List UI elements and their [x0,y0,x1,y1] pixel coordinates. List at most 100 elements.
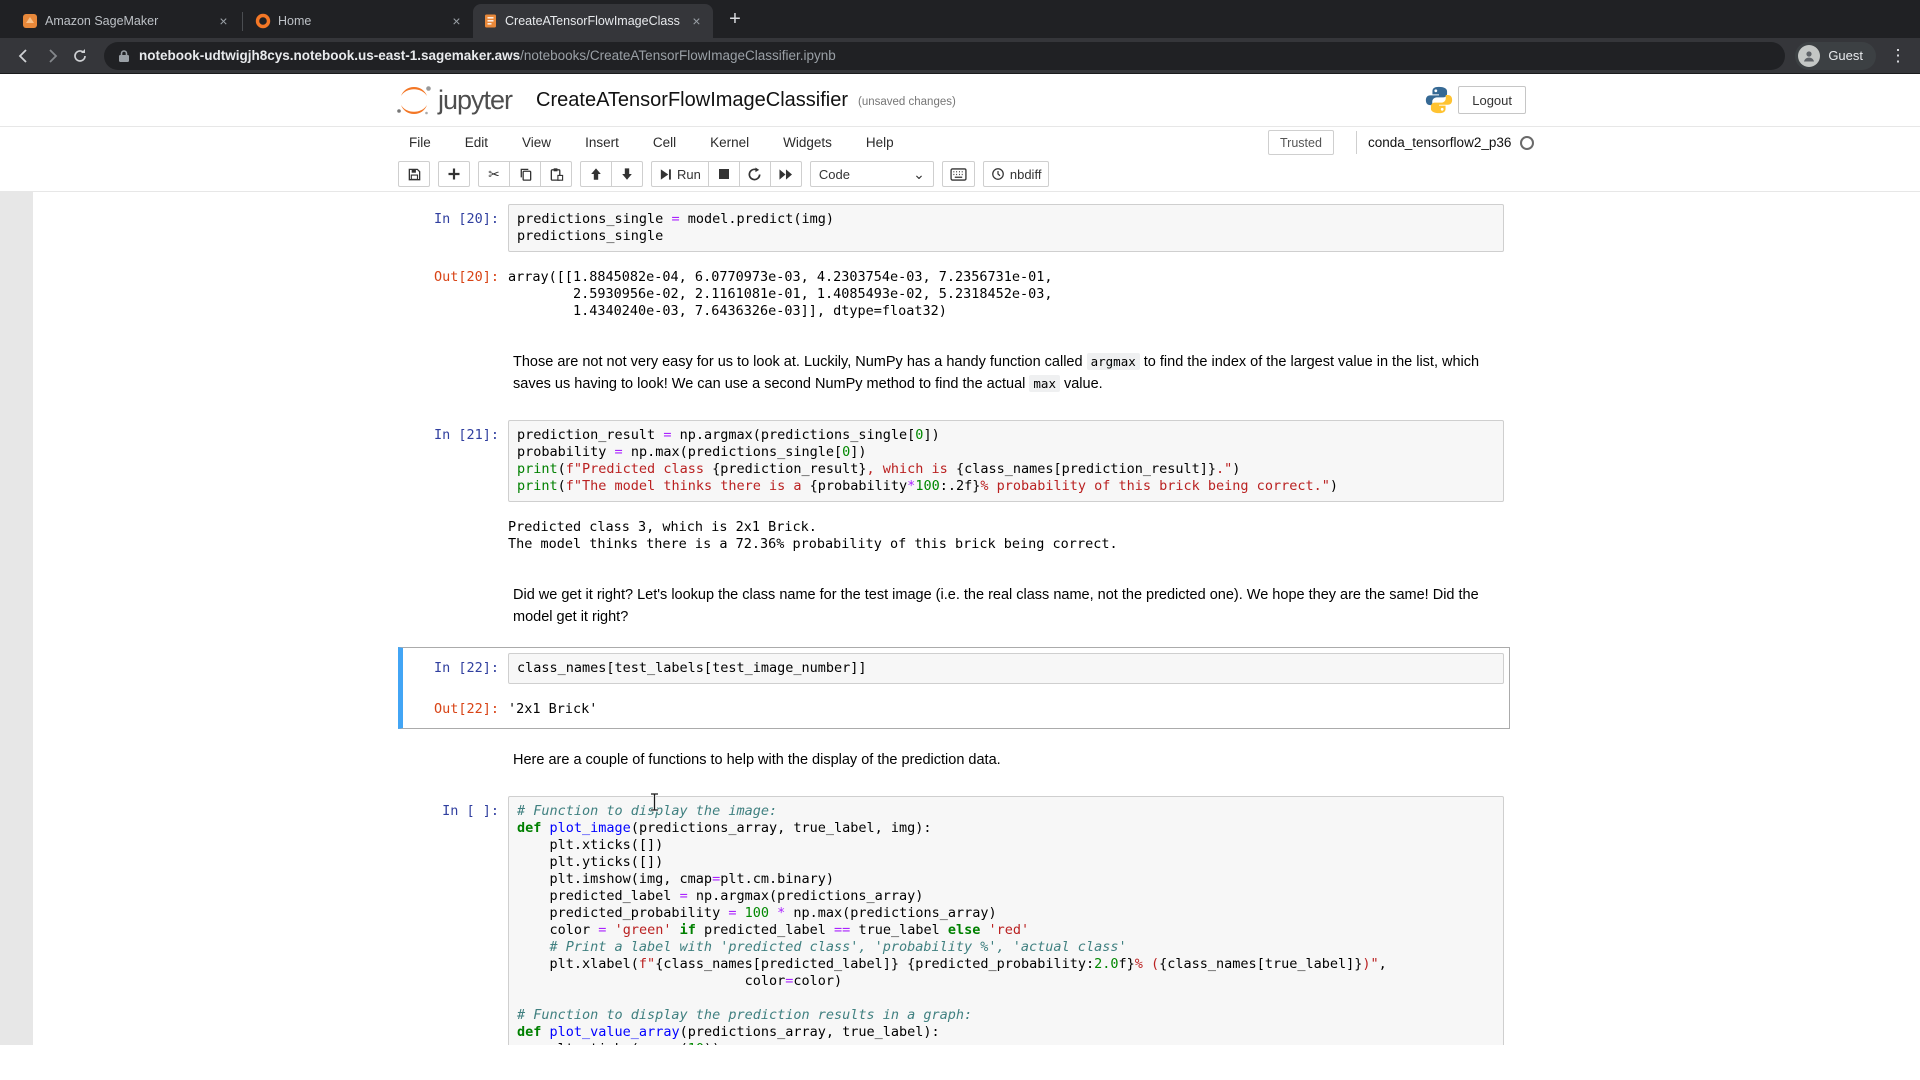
chevron-down-icon: ⌄ [913,167,925,181]
notebook-toolbar: ✂ Run [0,157,1920,192]
plus-icon [447,167,461,181]
back-icon[interactable] [10,42,38,70]
jupyter-home-favicon [255,13,271,29]
nbdiff-button[interactable]: nbdiff [983,161,1050,187]
tab-close-icon[interactable]: × [688,13,705,30]
keyboard-icon [950,168,967,181]
code-line: predictions_single [517,228,1495,245]
code-line: predicted_probability = 100 * np.max(pre… [517,905,1495,922]
code-line: print(f"The model thinks there is a {pro… [517,478,1495,495]
markdown-segment: Those are not not very easy for us to lo… [513,354,1087,370]
avatar [1798,45,1820,67]
stop-kernel-button[interactable] [708,161,740,187]
output-text: array([[1.8845082e-04, 6.0770973e-03, 4.… [508,262,1053,320]
code-cell[interactable]: In [20]:predictions_single = model.predi… [398,198,1510,331]
profile-label: Guest [1828,48,1863,63]
command-palette-button[interactable] [942,161,975,187]
output-prompt: Out[22]: [408,694,508,718]
nbdiff-label: nbdiff [1010,167,1042,182]
run-icon [659,168,672,181]
add-cell-button[interactable] [438,161,470,187]
code-line: def plot_value_array(predictions_array, … [517,1024,1495,1041]
markdown-segment: value. [1060,376,1103,392]
menu-view[interactable]: View [505,135,568,150]
menu-help[interactable]: Help [849,135,911,150]
profile-chip[interactable]: Guest [1795,42,1876,70]
menu-edit[interactable]: Edit [448,135,505,150]
cut-cell-button[interactable]: ✂ [478,161,510,187]
tab-close-icon[interactable]: × [448,13,465,30]
kernel-divider [1356,131,1357,154]
markdown-cell[interactable]: Did we get it right? Let's lookup the cl… [398,569,1510,642]
code-line: color = 'green' if predicted_label == tr… [517,922,1495,939]
notebook-title[interactable]: CreateATensorFlowImageClassifier [536,89,848,112]
markdown-segment: Here are a couple of functions to help w… [513,752,1001,768]
code-line [517,990,1495,1007]
tab-label: Amazon SageMaker [45,14,208,28]
code-editor[interactable]: class_names[test_labels[test_image_numbe… [508,653,1504,684]
move-cell-up-button[interactable] [580,161,612,187]
code-cell[interactable]: In [21]:prediction_result = np.argmax(pr… [398,414,1510,564]
cell-input-row: In [ ]:# Function to display the image:d… [408,796,1504,1045]
code-line: def plot_image(predictions_array, true_l… [517,820,1495,837]
code-line: plt.xticks([]) [517,837,1495,854]
code-cell[interactable]: In [ ]:# Function to display the image:d… [398,790,1510,1045]
code-editor[interactable]: prediction_result = np.argmax(prediction… [508,420,1504,502]
code-editor[interactable]: predictions_single = model.predict(img)p… [508,204,1504,252]
move-cell-down-button[interactable] [611,161,643,187]
save-button[interactable] [398,161,430,187]
copy-cell-button[interactable] [509,161,541,187]
code-editor[interactable]: # Function to display the image:def plot… [508,796,1504,1045]
lock-icon [118,49,130,63]
restart-run-all-button[interactable] [770,161,802,187]
code-line: probability = np.max(predictions_single[… [517,444,1495,461]
menu-file[interactable]: File [392,135,448,150]
menu-widgets[interactable]: Widgets [766,135,849,150]
cell-type-select[interactable]: Code ⌄ [810,161,934,187]
browser-menu-icon[interactable]: ⋮ [1886,46,1910,66]
menu-kernel[interactable]: Kernel [693,135,766,150]
browser-tab-notebook-active[interactable]: CreateATensorFlowImageClass × [473,4,713,38]
browser-tab-strip: Amazon SageMaker × Home × CreateATensorF… [0,0,1920,38]
new-tab-button[interactable]: + [721,6,749,34]
menu-cell[interactable]: Cell [636,135,693,150]
code-line: plt.xlabel(f"{class_names[predicted_labe… [517,956,1495,973]
menu-insert[interactable]: Insert [568,135,636,150]
cell-type-value: Code [819,167,850,182]
autosave-status: (unsaved changes) [858,96,956,108]
trusted-button[interactable]: Trusted [1268,130,1334,155]
paste-cell-button[interactable] [540,161,572,187]
markdown-cell[interactable]: Those are not not very easy for us to lo… [398,336,1510,409]
save-icon [407,167,422,182]
restart-kernel-button[interactable] [739,161,771,187]
input-prompt: In [ ]: [408,796,508,1045]
output-text: Predicted class 3, which is 2x1 Brick. T… [508,512,1118,553]
logout-button[interactable]: Logout [1458,86,1526,114]
forward-icon[interactable] [38,42,66,70]
browser-window: Amazon SageMaker × Home × CreateATensorF… [0,0,1920,74]
code-line: predictions_single = model.predict(img) [517,211,1495,228]
jupyter-logo[interactable]: jupyter [394,84,512,116]
url-bar[interactable]: notebook-udtwigjh8cys.notebook.us-east-1… [104,42,1785,70]
browser-tab-home[interactable]: Home × [245,4,473,38]
reload-icon[interactable] [66,42,94,70]
output-prompt: Out[20]: [408,262,508,320]
python-logo-icon [1424,85,1454,120]
markdown-cell[interactable]: Here are a couple of functions to help w… [398,734,1510,785]
code-cell[interactable]: In [22]:class_names[test_labels[test_ima… [398,647,1510,729]
run-cell-button[interactable]: Run [651,161,709,187]
output-text: '2x1 Brick' [508,694,597,718]
markdown-segment: Did we get it right? Let's lookup the cl… [513,587,1479,625]
inline-code: argmax [1087,353,1140,370]
paste-icon [549,167,564,182]
clock-icon [991,167,1005,181]
browser-tab-sagemaker[interactable]: Amazon SageMaker × [12,4,240,38]
cell-input-row: In [22]:class_names[test_labels[test_ima… [408,653,1504,684]
code-line: # Function to display the prediction res… [517,1007,1495,1024]
tab-close-icon[interactable]: × [215,13,232,30]
url-domain: notebook-udtwigjh8cys.notebook.us-east-1… [139,48,520,63]
arrow-down-icon [620,167,634,181]
kernel-idle-icon [1520,136,1534,150]
stop-icon [718,168,730,180]
notebook-area: In [20]:predictions_single = model.predi… [0,192,1920,1045]
